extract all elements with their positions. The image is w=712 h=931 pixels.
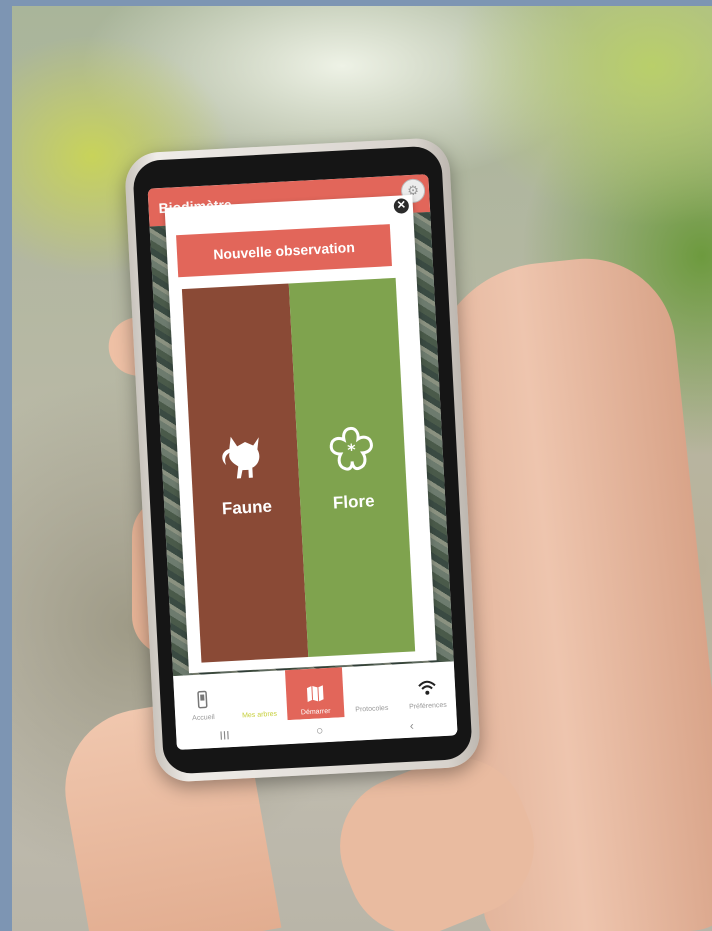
nav-label: Démarrer [300,707,331,717]
new-observation-modal: ✕ Nouvelle observation Faune * Flore [164,194,437,674]
nav-preferences[interactable]: Préférences [398,661,457,714]
nav-label: Protocoles [355,704,389,714]
phone-screen: Biodimètre ⚙ ✕ Nouvelle observation Faun… [147,174,458,750]
nav-label: Mes arbres [241,710,278,720]
phone-icon [197,690,208,709]
nav-demarrer[interactable]: Démarrer [285,667,345,721]
flore-button[interactable]: * Flore [288,277,416,657]
svg-text:*: * [346,440,356,459]
nav-accueil[interactable]: Accueil [173,673,232,726]
fox-icon [221,436,259,479]
home-button[interactable]: ○ [316,723,324,737]
nav-label: Préférences [408,701,447,711]
recent-apps-button[interactable]: III [219,728,230,743]
tree-icon [249,687,268,706]
phone: Biodimètre ⚙ ✕ Nouvelle observation Faun… [123,136,482,784]
nav-label: Accueil [192,713,215,723]
modal-title: Nouvelle observation [176,224,392,278]
nav-mes-arbres[interactable]: Mes arbres [229,670,288,723]
phone-body: Biodimètre ⚙ ✕ Nouvelle observation Faun… [132,145,473,775]
nav-protocoles[interactable]: Protocoles [342,664,401,717]
map-icon [306,685,324,703]
close-button[interactable]: ✕ [393,198,410,214]
flore-label: Flore [332,491,376,513]
close-icon: ✕ [396,199,407,212]
faune-label: Faune [221,496,273,519]
flower-icon: * [329,426,373,471]
wifi-icon [418,680,436,695]
back-button[interactable]: ‹ [409,719,414,733]
list-icon [361,681,380,700]
faune-button[interactable]: Faune [181,283,309,663]
